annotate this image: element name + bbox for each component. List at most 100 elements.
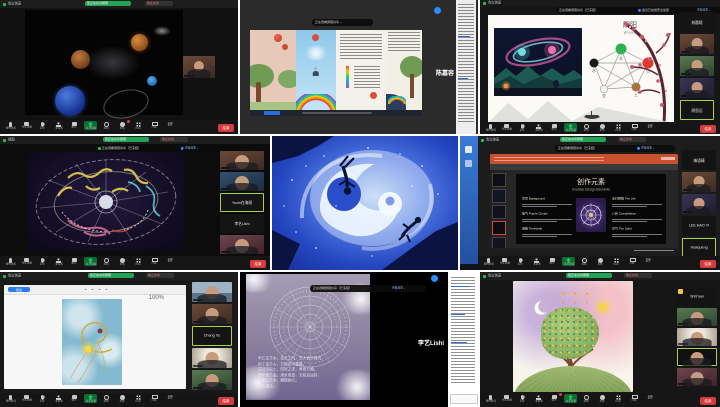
stop-share-button[interactable]: 停止共享 [624, 273, 652, 278]
shield-button[interactable]: 安全 [516, 123, 529, 132]
participant-tile[interactable]: ShiYuan [677, 288, 717, 306]
people-button[interactable]: 参会者 [52, 394, 65, 403]
participant-tile[interactable]: Yeeiqueng [682, 238, 716, 258]
participant-tile[interactable] [192, 370, 232, 390]
more-button[interactable]: 更多 [642, 257, 655, 263]
rec-button[interactable]: 录制 [580, 394, 593, 403]
meeting-info-label[interactable]: 会议信息 [488, 274, 501, 277]
meeting-info-label[interactable]: 会议信息 [8, 2, 21, 5]
view-options-button[interactable]: 查看选项 ⌄ [641, 147, 655, 150]
rec-button[interactable]: 录制 [580, 123, 593, 132]
chat-button[interactable]: 聊天 [548, 394, 561, 402]
share-button[interactable]: 共享屏幕 [564, 394, 577, 403]
participant-tile[interactable] [220, 151, 264, 170]
slide-thumb[interactable] [492, 205, 506, 219]
apps-button[interactable]: 应用 [132, 394, 145, 403]
viewing-share-pill[interactable]: 正在观看屏幕共享（已冻结） 查看选项 ⌄ [555, 145, 675, 152]
chat-button[interactable]: 聊天 [68, 257, 81, 265]
share-button[interactable]: 共享屏幕 [84, 394, 97, 403]
shield-button[interactable]: 安全 [36, 394, 49, 403]
participant-tile[interactable] [677, 328, 717, 346]
view-options-button[interactable]: 查看选项 ⌄ [185, 147, 199, 150]
apps-button[interactable]: 应用 [132, 257, 145, 266]
board-button[interactable]: 白板 [148, 121, 161, 129]
end-meeting-button[interactable]: 结束 [218, 397, 234, 405]
more-button[interactable]: 更多 [164, 257, 177, 263]
desktop-icon[interactable] [465, 146, 472, 153]
stop-share-button[interactable]: 停止共享 [146, 273, 174, 278]
participant-tile[interactable]: LEE HAO YI [682, 216, 716, 236]
rec-button[interactable]: 录制 [100, 121, 113, 130]
mic-button[interactable]: 解除静音 [4, 394, 17, 403]
participant-tile[interactable] [677, 308, 717, 326]
people-button[interactable]: 参会者 [52, 121, 65, 130]
mic-button[interactable]: 解除静音 [4, 257, 17, 266]
shield-button[interactable]: 安全 [514, 257, 527, 266]
transcript-link[interactable] [458, 36, 470, 37]
slide-thumb[interactable] [492, 173, 506, 187]
meeting-info-label[interactable]: 会议信息 [486, 138, 499, 141]
end-meeting-button[interactable]: 结束 [700, 260, 716, 268]
participant-tile[interactable] [680, 78, 714, 98]
slide-thumbnails[interactable] [490, 170, 506, 248]
apps-button[interactable]: 应用 [612, 394, 625, 403]
desktop-icon[interactable] [465, 160, 472, 167]
mic-button[interactable]: 解除静音 [484, 123, 497, 132]
participant-tile[interactable] [680, 34, 714, 54]
zoom-level-label[interactable]: 100% [149, 286, 164, 304]
smile-button[interactable]: 表情 [594, 257, 607, 266]
participant-tile[interactable] [192, 282, 232, 302]
participant-tile[interactable] [220, 172, 264, 191]
share-button[interactable]: 共享屏幕 [564, 123, 577, 132]
cam-button[interactable]: 停止视频 [500, 123, 513, 131]
stop-share-button[interactable]: 停止共享 [160, 137, 188, 142]
participant-tile[interactable]: 胡思远 [680, 100, 714, 120]
end-meeting-button[interactable]: 结束 [218, 124, 234, 132]
more-button[interactable]: 更多 [644, 394, 657, 400]
ribbon-tabs[interactable] [494, 157, 604, 161]
mic-button[interactable]: 解除静音 [482, 257, 495, 266]
viewing-share-pill[interactable]: 正在观看屏幕共享（已冻结） 查看选项 ⌄ [310, 285, 426, 292]
transcript-link[interactable] [458, 78, 468, 79]
board-button[interactable]: 白板 [628, 394, 641, 402]
slide-thumb[interactable] [492, 189, 506, 203]
chat-panel[interactable] [448, 272, 478, 407]
participant-tile[interactable] [682, 194, 716, 214]
board-button[interactable]: 白板 [628, 123, 641, 131]
participant-tile[interactable] [220, 235, 264, 254]
participant-tile[interactable] [192, 348, 232, 368]
end-meeting-button[interactable]: 结束 [250, 260, 266, 268]
stop-share-button[interactable]: 停止共享 [618, 137, 646, 142]
chat-input[interactable] [450, 394, 478, 404]
end-meeting-button[interactable]: 结束 [700, 397, 716, 405]
apps-button[interactable]: 应用 [612, 123, 625, 132]
chat-button[interactable]: 聊天 [546, 257, 559, 265]
chat-link[interactable] [451, 342, 467, 343]
viewing-share-pill[interactable]: 正在观看屏幕共享（已冻结） 查看选项 ⌄ [95, 145, 218, 152]
board-button[interactable]: 白板 [148, 257, 161, 265]
chat-button[interactable]: 聊天 [548, 123, 561, 131]
board-button[interactable]: 白板 [148, 394, 161, 402]
cam-button[interactable]: 停止视频 [20, 257, 33, 265]
end-meeting-button[interactable]: 结束 [700, 125, 716, 133]
apps-button[interactable]: 应用 [610, 257, 623, 266]
smile-button[interactable]: 表情 [116, 394, 129, 403]
shield-button[interactable]: 安全 [36, 121, 49, 130]
smile-button[interactable]: 表情 [596, 123, 609, 132]
participant-tile[interactable]: 梅语晴 [682, 150, 716, 170]
viewing-share-pill[interactable]: 正在观看屏幕共享 ⌄ [312, 19, 373, 26]
shield-button[interactable]: 安全 [36, 257, 49, 266]
rec-button[interactable]: 录制 [100, 257, 113, 266]
more-button[interactable]: 更多 [644, 123, 657, 129]
smile-button[interactable]: 表情 [116, 121, 129, 130]
chat-link[interactable] [451, 314, 465, 315]
smile-button[interactable]: 表情 [116, 257, 129, 266]
slide-thumb-selected[interactable] [492, 221, 506, 235]
window-controls[interactable] [661, 157, 675, 160]
participant-tile[interactable]: Yuxin在海颂 [220, 193, 264, 212]
participant-tile[interactable] [183, 56, 215, 78]
people-button[interactable]: 参会者 [52, 257, 65, 266]
participant-tile[interactable] [677, 368, 717, 386]
share-button[interactable]: 共享屏幕 [84, 257, 97, 266]
participant-tile[interactable] [682, 172, 716, 192]
